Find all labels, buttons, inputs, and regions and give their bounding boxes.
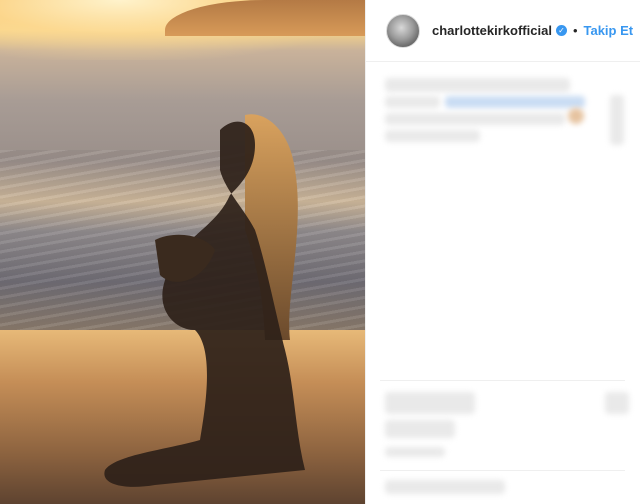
author-username[interactable]: charlottekirkofficial	[432, 23, 552, 38]
follow-button[interactable]: Takip Et	[584, 23, 634, 38]
blurred-emoji	[568, 108, 584, 124]
blurred-caption-line	[385, 96, 440, 108]
instagram-post: charlottekirkofficial ✓ • Takip Et	[0, 0, 640, 504]
blurred-comment-input	[385, 480, 505, 494]
author-avatar[interactable]	[386, 13, 420, 48]
kneeling-woman-silhouette	[104, 114, 305, 487]
header-separator: •	[572, 23, 578, 38]
blurred-caption-line	[385, 130, 480, 142]
blurred-likes-count	[385, 420, 455, 438]
blurred-caption-line	[385, 113, 565, 125]
post-photo[interactable]	[0, 0, 365, 504]
blurred-timestamp	[385, 447, 445, 457]
comment-divider	[380, 470, 625, 471]
post-header: charlottekirkofficial ✓ • Takip Et	[366, 0, 640, 62]
blurred-action-icons	[385, 392, 475, 414]
blurred-scrollbar	[610, 95, 624, 145]
blurred-caption-line	[385, 78, 570, 92]
verified-badge-icon: ✓	[555, 25, 567, 36]
blurred-hashtag-line	[445, 96, 585, 108]
actions-divider	[380, 380, 625, 381]
blurred-save-icon	[605, 392, 629, 414]
